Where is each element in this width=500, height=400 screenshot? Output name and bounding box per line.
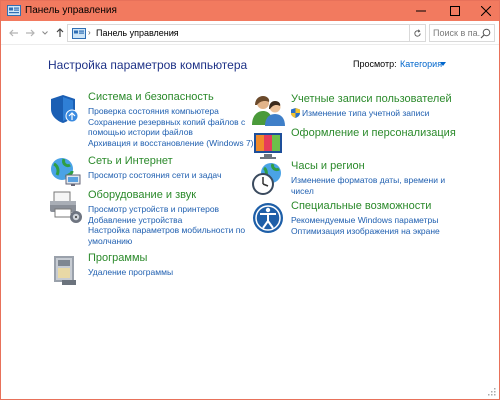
clock-globe-icon[interactable] <box>251 160 287 196</box>
page-title: Настройка параметров компьютера <box>48 58 248 72</box>
search-box[interactable]: Поиск в па... <box>429 24 495 42</box>
shield-icon[interactable] <box>48 91 84 127</box>
chevron-down-icon <box>42 31 48 35</box>
search-icon[interactable] <box>480 28 491 39</box>
link-network-status[interactable]: Просмотр состояния сети и задач <box>88 170 221 181</box>
arrow-up-icon <box>56 28 64 37</box>
address-bar[interactable]: › Панель управления › <box>67 24 410 42</box>
category-system-security: Система и безопасность Проверка состояни… <box>48 91 254 151</box>
category-programs: Программы Удаление программы <box>48 252 248 288</box>
category-title-user-accounts[interactable]: Учетные записи пользователей <box>291 93 452 105</box>
refresh-button[interactable] <box>410 24 426 42</box>
category-title-system-security[interactable]: Система и безопасность <box>88 91 214 103</box>
arrow-left-icon <box>9 29 18 37</box>
search-input[interactable]: Поиск в па... <box>433 28 481 38</box>
category-hardware-sound: Оборудование и звук Просмотр устройств и… <box>48 189 248 249</box>
title-bar[interactable]: Панель управления <box>1 1 499 21</box>
category-title-appearance[interactable]: Оформление и персонализация <box>291 127 456 139</box>
category-title-hardware-sound[interactable]: Оборудование и звук <box>88 189 196 201</box>
category-title-clock-region[interactable]: Часы и регион <box>291 160 365 172</box>
category-clock-region: Часы и регион Изменение форматов даты, в… <box>251 160 461 200</box>
navigation-bar: › Панель управления › Поиск в па... <box>1 21 499 45</box>
up-button[interactable] <box>53 25 67 41</box>
category-title-ease-of-access[interactable]: Специальные возможности <box>291 200 431 212</box>
category-appearance: Оформление и персонализация <box>251 127 461 163</box>
link-optimize-display[interactable]: Оптимизация изображения на экране <box>291 226 440 237</box>
maximize-icon <box>450 6 460 16</box>
category-title-programs[interactable]: Программы <box>88 252 147 264</box>
category-user-accounts: Учетные записи пользователей Изменение т… <box>251 93 461 126</box>
forward-button[interactable] <box>23 25 37 41</box>
link-uninstall-program[interactable]: Удаление программы <box>88 267 173 278</box>
recent-locations-button[interactable] <box>38 25 52 41</box>
content-area: Настройка параметров компьютера Просмотр… <box>1 45 499 399</box>
control-panel-window: Панель управления › Панель управления › … <box>0 0 500 400</box>
arrow-right-icon <box>26 29 35 37</box>
link-file-history[interactable]: Сохранение резервных копий файлов с <box>88 117 254 128</box>
programs-icon[interactable] <box>48 252 84 288</box>
breadcrumb-separator-icon[interactable]: › <box>88 28 91 37</box>
category-network-internet: Сеть и Интернет Просмотр состояния сети … <box>48 155 248 186</box>
back-button[interactable] <box>7 25 21 41</box>
close-icon <box>481 6 491 16</box>
link-add-device[interactable]: Добавление устройства <box>88 215 245 226</box>
link-devices-printers[interactable]: Просмотр устройств и принтеров <box>88 204 245 215</box>
link-change-date-formats-cont[interactable]: чисел <box>291 186 445 197</box>
breadcrumb-separator-icon[interactable]: › <box>172 28 175 37</box>
breadcrumb-control-panel[interactable]: Панель управления <box>96 28 179 38</box>
printer-icon[interactable] <box>48 189 84 225</box>
window-title: Панель управления <box>25 5 117 16</box>
minimize-icon <box>416 10 426 12</box>
link-file-history-cont[interactable]: помощью истории файлов <box>88 127 254 138</box>
maximize-button[interactable] <box>440 1 470 21</box>
category-title-network-internet[interactable]: Сеть и Интернет <box>88 155 173 167</box>
uac-shield-icon <box>291 108 300 118</box>
link-mobility-settings[interactable]: Настройка параметров мобильности по <box>88 225 245 236</box>
accessibility-icon[interactable] <box>251 200 287 236</box>
link-mobility-settings-cont[interactable]: умолчанию <box>88 236 245 247</box>
link-recommended-settings[interactable]: Рекомендуемые Windows параметры <box>291 215 440 226</box>
category-ease-of-access: Специальные возможности Рекомендуемые Wi… <box>251 200 461 236</box>
users-icon[interactable] <box>251 93 287 129</box>
link-change-date-formats[interactable]: Изменение форматов даты, времени и <box>291 175 445 186</box>
close-button[interactable] <box>471 1 500 21</box>
refresh-icon <box>414 28 421 37</box>
link-change-account-type-label: Изменение типа учетной записи <box>302 108 430 118</box>
chevron-down-icon[interactable] <box>440 62 446 66</box>
control-panel-icon <box>7 5 21 16</box>
view-by-label: Просмотр: <box>353 59 397 69</box>
view-by-dropdown[interactable]: Категория <box>400 59 442 69</box>
resize-grip-icon[interactable] <box>488 388 496 396</box>
link-check-computer-status[interactable]: Проверка состояния компьютера <box>88 106 254 117</box>
globe-network-icon[interactable] <box>48 155 84 191</box>
link-backup-restore[interactable]: Архивация и восстановление (Windows 7) <box>88 138 254 149</box>
minimize-button[interactable] <box>406 1 436 21</box>
personalization-icon[interactable] <box>251 127 287 163</box>
link-change-account-type[interactable]: Изменение типа учетной записи <box>291 108 429 119</box>
control-panel-icon <box>72 28 86 39</box>
